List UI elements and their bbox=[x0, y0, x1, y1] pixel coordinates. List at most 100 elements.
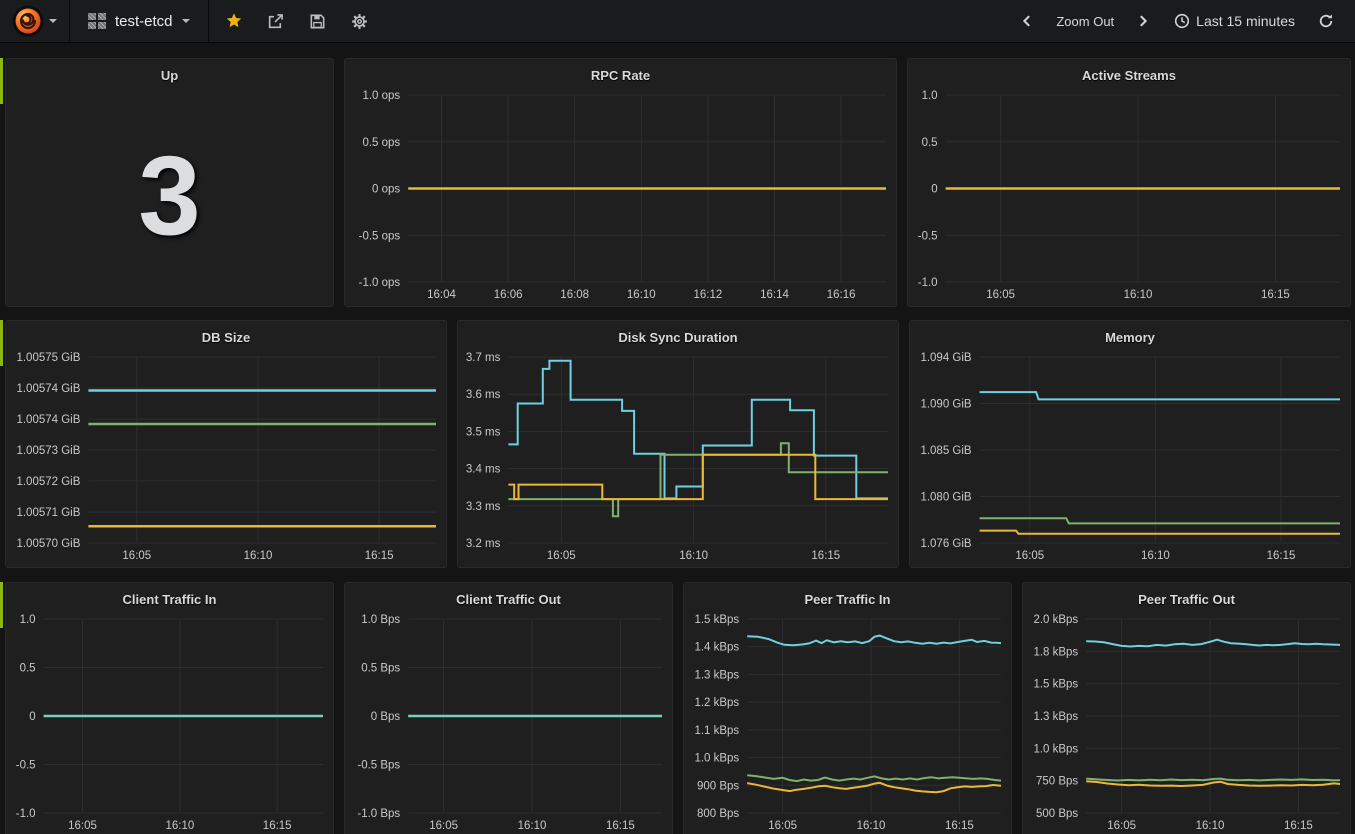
svg-text:1.094 GiB: 1.094 GiB bbox=[920, 352, 971, 364]
db-size-graph[interactable]: 16:0516:1016:151.00575 GiB1.00574 GiB1.0… bbox=[6, 347, 446, 568]
panel-title[interactable]: Peer Traffic Out bbox=[1023, 583, 1350, 609]
panel-title[interactable]: Disk Sync Duration bbox=[458, 321, 898, 347]
panel-client-traffic-in: Client Traffic In 16:0516:1016:151.00.50… bbox=[5, 582, 334, 834]
svg-text:16:06: 16:06 bbox=[494, 289, 523, 301]
panel-peer-traffic-in: Peer Traffic In 16:0516:1016:151.5 kBps1… bbox=[683, 582, 1012, 834]
panel-title[interactable]: Client Traffic Out bbox=[345, 583, 672, 609]
svg-text:800 Bps: 800 Bps bbox=[697, 808, 739, 820]
svg-text:16:10: 16:10 bbox=[857, 820, 886, 832]
dashboard-row-3: Client Traffic In 16:0516:1016:151.00.50… bbox=[0, 582, 1355, 834]
star-button[interactable] bbox=[219, 6, 249, 36]
svg-text:0.5 ops: 0.5 ops bbox=[362, 137, 400, 149]
singlestat-container: 3 bbox=[6, 85, 333, 306]
panel-client-traffic-out: Client Traffic Out 16:0516:1016:151.0 Bp… bbox=[344, 582, 673, 834]
clock-icon bbox=[1174, 13, 1190, 29]
panel-title[interactable]: Memory bbox=[910, 321, 1350, 347]
time-forward-button[interactable] bbox=[1128, 6, 1158, 36]
dashboard-body: Up 3 RPC Rate 16:0416:0616:0816:1016:121… bbox=[0, 43, 1355, 834]
client-traffic-in-graph[interactable]: 16:0516:1016:151.00.50-0.5-1.0 bbox=[6, 609, 333, 834]
svg-text:1.076 GiB: 1.076 GiB bbox=[920, 538, 971, 550]
settings-button[interactable] bbox=[345, 6, 375, 36]
share-button[interactable] bbox=[261, 6, 291, 36]
row-menu-tab[interactable] bbox=[0, 320, 3, 366]
svg-text:1.4 kBps: 1.4 kBps bbox=[694, 642, 739, 654]
memory-graph[interactable]: 16:0516:1016:151.094 GiB1.090 GiB1.085 G… bbox=[910, 347, 1350, 568]
dashboard-row-2: DB Size 16:0516:1016:151.00575 GiB1.0057… bbox=[0, 320, 1355, 568]
svg-text:-1.0: -1.0 bbox=[918, 277, 938, 289]
client-traffic-out-graph[interactable]: 16:0516:1016:151.0 Bps0.5 Bps0 Bps-0.5 B… bbox=[345, 609, 672, 834]
svg-text:16:05: 16:05 bbox=[986, 289, 1015, 301]
row-menu-tab[interactable] bbox=[0, 58, 3, 104]
svg-text:16:10: 16:10 bbox=[1124, 289, 1153, 301]
svg-text:2.0 kBps: 2.0 kBps bbox=[1033, 614, 1078, 626]
svg-text:16:10: 16:10 bbox=[679, 550, 708, 562]
save-button[interactable] bbox=[303, 6, 333, 36]
panel-title[interactable]: Client Traffic In bbox=[6, 583, 333, 609]
svg-text:16:15: 16:15 bbox=[1267, 550, 1296, 562]
panel-up: Up 3 bbox=[5, 58, 334, 307]
svg-text:1.090 GiB: 1.090 GiB bbox=[920, 399, 971, 411]
dashboard-title: test-etcd bbox=[115, 13, 173, 30]
svg-text:1.00574 GiB: 1.00574 GiB bbox=[16, 414, 80, 426]
zoom-out-button[interactable]: Zoom Out bbox=[1050, 10, 1120, 33]
peer-traffic-in-graph[interactable]: 16:0516:1016:151.5 kBps1.4 kBps1.3 kBps1… bbox=[684, 609, 1011, 834]
time-range-label: Last 15 minutes bbox=[1196, 13, 1295, 29]
panel-title[interactable]: Peer Traffic In bbox=[684, 583, 1011, 609]
time-back-button[interactable] bbox=[1012, 6, 1042, 36]
svg-text:16:16: 16:16 bbox=[827, 289, 856, 301]
peer-traffic-out-graph[interactable]: 16:0516:1016:152.0 kBps1.8 kBps1.5 kBps1… bbox=[1023, 609, 1350, 834]
svg-text:16:10: 16:10 bbox=[166, 820, 195, 832]
svg-text:500 Bps: 500 Bps bbox=[1036, 808, 1078, 820]
panel-title[interactable]: RPC Rate bbox=[345, 59, 896, 85]
svg-text:3.3 ms: 3.3 ms bbox=[466, 501, 501, 513]
svg-text:1.00570 GiB: 1.00570 GiB bbox=[16, 538, 80, 550]
svg-text:16:05: 16:05 bbox=[429, 820, 458, 832]
svg-text:16:10: 16:10 bbox=[1141, 550, 1170, 562]
svg-text:16:05: 16:05 bbox=[1107, 820, 1136, 832]
svg-text:16:15: 16:15 bbox=[1261, 289, 1290, 301]
svg-text:0.5: 0.5 bbox=[20, 663, 36, 675]
gear-icon bbox=[351, 13, 368, 30]
svg-text:1.3 kBps: 1.3 kBps bbox=[694, 669, 739, 681]
svg-text:1.3 kBps: 1.3 kBps bbox=[1033, 711, 1078, 723]
svg-text:-0.5: -0.5 bbox=[918, 230, 938, 242]
panel-peer-traffic-out: Peer Traffic Out 16:0516:1016:152.0 kBps… bbox=[1022, 582, 1351, 834]
svg-text:16:05: 16:05 bbox=[68, 820, 97, 832]
disk-sync-duration-graph[interactable]: 16:0516:1016:153.7 ms3.6 ms3.5 ms3.4 ms3… bbox=[458, 347, 898, 568]
row-menu-tab[interactable] bbox=[0, 582, 3, 628]
svg-text:16:15: 16:15 bbox=[263, 820, 292, 832]
panel-title[interactable]: Up bbox=[6, 59, 333, 85]
chevron-right-icon bbox=[1136, 14, 1150, 28]
svg-text:3.4 ms: 3.4 ms bbox=[466, 464, 501, 476]
svg-text:1.00571 GiB: 1.00571 GiB bbox=[16, 507, 80, 519]
svg-text:16:12: 16:12 bbox=[694, 289, 723, 301]
dashboard-actions bbox=[209, 0, 385, 42]
rpc-rate-graph[interactable]: 16:0416:0616:0816:1016:1216:1416:161.0 o… bbox=[345, 85, 896, 307]
time-range-button[interactable]: Last 15 minutes bbox=[1166, 9, 1303, 33]
svg-text:3.2 ms: 3.2 ms bbox=[466, 538, 501, 550]
save-icon bbox=[309, 13, 326, 30]
svg-text:1.1 kBps: 1.1 kBps bbox=[694, 725, 739, 737]
dashboard-picker[interactable]: test-etcd bbox=[70, 0, 209, 42]
svg-text:1.0 ops: 1.0 ops bbox=[362, 90, 400, 102]
refresh-button[interactable] bbox=[1311, 6, 1341, 36]
svg-text:1.080 GiB: 1.080 GiB bbox=[920, 492, 971, 504]
dashboard-grid-icon bbox=[88, 13, 106, 29]
chevron-left-icon bbox=[1020, 14, 1034, 28]
svg-text:-1.0 ops: -1.0 ops bbox=[359, 277, 401, 289]
caret-down-icon bbox=[49, 19, 57, 23]
svg-text:1.0 kBps: 1.0 kBps bbox=[694, 753, 739, 765]
navbar: test-etcd Zoom Out Last 15 minutes bbox=[0, 0, 1355, 43]
panel-title[interactable]: DB Size bbox=[6, 321, 446, 347]
svg-text:1.2 kBps: 1.2 kBps bbox=[694, 697, 739, 709]
panel-title[interactable]: Active Streams bbox=[908, 59, 1350, 85]
svg-text:3.5 ms: 3.5 ms bbox=[466, 426, 501, 438]
svg-text:1.0 kBps: 1.0 kBps bbox=[1033, 743, 1078, 755]
caret-down-icon bbox=[182, 19, 190, 23]
grafana-menu-button[interactable] bbox=[0, 0, 70, 42]
panel-db-size: DB Size 16:0516:1016:151.00575 GiB1.0057… bbox=[5, 320, 447, 568]
active-streams-graph[interactable]: 16:0516:1016:151.00.50-0.5-1.0 bbox=[908, 85, 1350, 307]
svg-text:16:15: 16:15 bbox=[945, 820, 974, 832]
svg-text:1.00574 GiB: 1.00574 GiB bbox=[16, 383, 80, 395]
svg-text:-0.5 ops: -0.5 ops bbox=[359, 230, 401, 242]
